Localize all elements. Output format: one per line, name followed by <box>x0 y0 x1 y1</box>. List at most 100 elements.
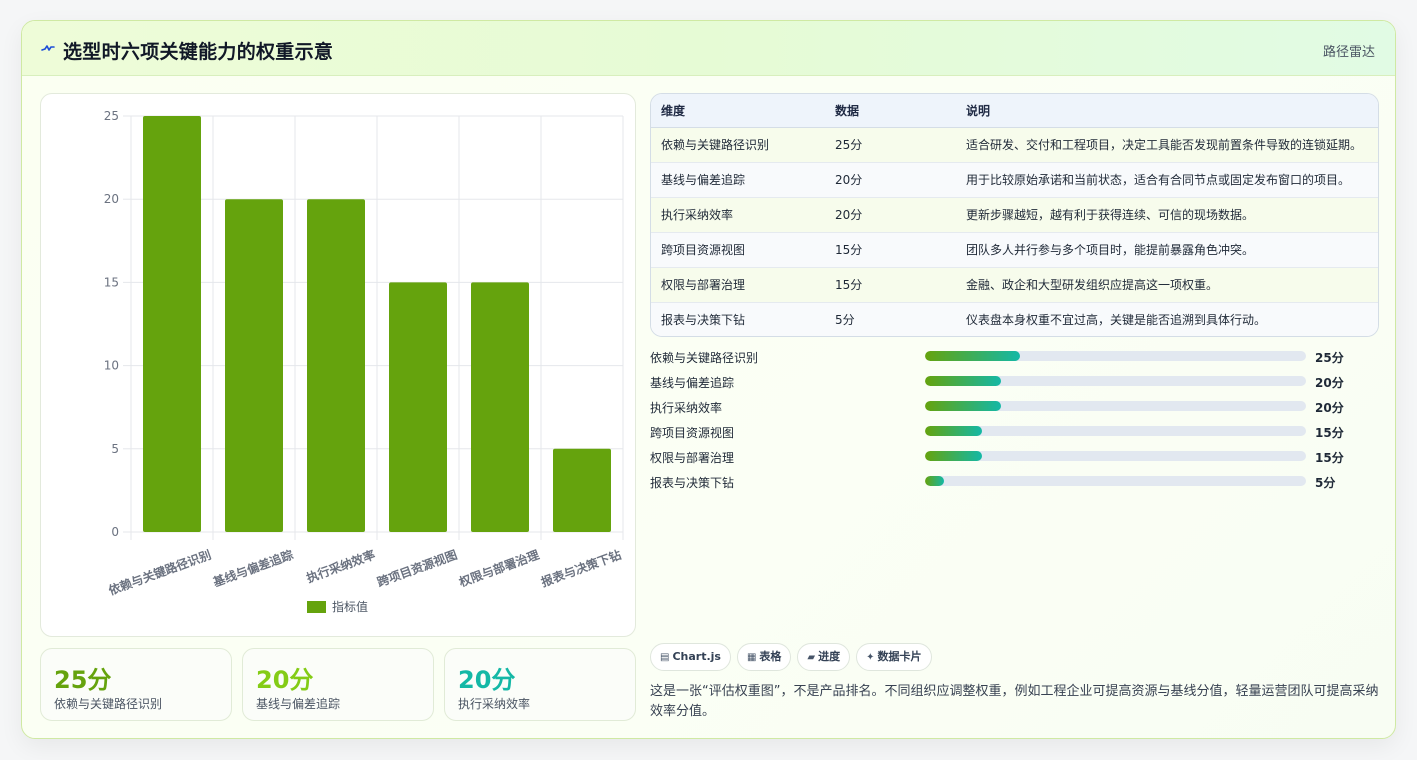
table-row: 报表与决策下钻 5分 仪表盘本身权重不宜过高，关键是能否追溯到具体行动。 <box>651 302 1378 336</box>
weight-card: 选型时六项关键能力的权重示意 路径雷达 0 5 10 15 20 25 依赖与关键路径识别基… <box>21 20 1396 739</box>
x-tick-label: 执行采纳效率 <box>304 547 377 586</box>
table-header-row: 维度 数据 说明 <box>651 94 1378 128</box>
y-tick-label: 0 <box>111 525 119 539</box>
stat-value: 25分 <box>54 666 112 694</box>
progress-track <box>925 426 1306 436</box>
table-cell: 15分 <box>825 267 956 303</box>
bar <box>553 448 611 532</box>
table-row: 执行采纳效率 20分 更新步骤越短，越有利于获得连续、可信的现场数据。 <box>651 197 1378 233</box>
progress-label: 基线与偏差追踪 <box>650 376 735 390</box>
column-header: 数据 <box>825 94 956 128</box>
table-row: 基线与偏差追踪 20分 用于比较原始承诺和当前状态，适合有合同节点或固定发布窗口… <box>651 162 1378 198</box>
table-cell: 适合研发、交付和工程项目，决定工具能否发现前置条件导致的连锁延期。 <box>956 127 1378 163</box>
stat-label: 基线与偏差追踪 <box>256 697 341 711</box>
progress-label: 执行采纳效率 <box>650 401 723 415</box>
progress-row: 基线与偏差追踪 20分 <box>650 371 1379 396</box>
progress-track <box>925 351 1306 361</box>
bar <box>143 116 201 532</box>
table-cell: 金融、政企和大型研发组织应提高这一项权重。 <box>956 267 1378 303</box>
table-cell: 团队多人并行参与多个项目时，能提前暴露角色冲突。 <box>956 232 1378 268</box>
y-tick-label: 15 <box>104 275 119 289</box>
progress-track <box>925 376 1306 386</box>
progress-fill <box>925 476 945 486</box>
progress-row: 依赖与关键路径识别 25分 <box>650 346 1379 371</box>
x-tick-label: 基线与偏差追踪 <box>210 547 295 590</box>
chip-label: Chart.js <box>672 650 721 663</box>
progress-icon: ▰ <box>807 652 816 663</box>
table-row: 权限与部署治理 15分 金融、政企和大型研发组织应提高这一项权重。 <box>651 267 1378 303</box>
chip-table[interactable]: ▦ 表格 <box>736 643 792 671</box>
chip-label: 数据卡片 <box>877 650 922 663</box>
card-header: 选型时六项关键能力的权重示意 路径雷达 <box>22 21 1395 76</box>
stat-label: 执行采纳效率 <box>458 697 531 711</box>
progress-value: 15分 <box>1315 451 1344 465</box>
progress-row: 执行采纳效率 20分 <box>650 396 1379 421</box>
stat-card: 25分 依赖与关键路径识别 <box>40 648 232 721</box>
progress-label: 跨项目资源视图 <box>650 426 735 440</box>
progress-value: 20分 <box>1315 376 1344 390</box>
progress-row: 权限与部署治理 15分 <box>650 446 1379 471</box>
chip-label: 表格 <box>759 650 782 663</box>
progress-value: 25分 <box>1315 351 1344 365</box>
table-cell: 报表与决策下钻 <box>651 302 825 336</box>
table-row: 依赖与关键路径识别 25分 适合研发、交付和工程项目，决定工具能否发现前置条件导… <box>651 127 1378 163</box>
y-tick-label: 10 <box>104 359 119 373</box>
bar-chart-panel: 0 5 10 15 20 25 依赖与关键路径识别 基线与偏差追踪 执行采纳效率 跨项目资源视图权… <box>40 93 636 637</box>
table-cell: 20分 <box>825 162 956 198</box>
legend-label: 指标值 <box>332 599 368 614</box>
table-cell: 15分 <box>825 232 956 268</box>
table-cell: 更新步骤越短，越有利于获得连续、可信的现场数据。 <box>956 197 1378 233</box>
table-cell: 基线与偏差追踪 <box>651 162 825 198</box>
bar <box>471 282 529 532</box>
progress-track <box>925 451 1306 461</box>
progress-fill <box>925 351 1021 361</box>
progress-label: 权限与部署治理 <box>650 451 735 465</box>
table-cell: 跨项目资源视图 <box>651 232 825 268</box>
progress-track <box>925 401 1306 411</box>
progress-fill <box>925 451 983 461</box>
tech-chips: ▤ Chart.js ▦ 表格 ▰ 进度 ✦ 数据卡片 <box>650 643 938 671</box>
progress-value: 15分 <box>1315 426 1344 440</box>
x-tick-label: 依赖与关键路径识别 <box>106 547 213 598</box>
progress-fill <box>925 401 1002 411</box>
stat-card: 20分 执行采纳效率 <box>444 648 636 721</box>
chip-chartjs[interactable]: ▤ Chart.js <box>650 643 731 671</box>
progress-row: 报表与决策下钻 5分 <box>650 471 1379 496</box>
chip-data-card[interactable]: ✦ 数据卡片 <box>856 643 932 671</box>
progress-fill <box>925 426 983 436</box>
progress-value: 5分 <box>1315 476 1336 490</box>
table-cell: 25分 <box>825 127 956 163</box>
bar <box>225 199 283 532</box>
table-cell: 5分 <box>825 302 956 336</box>
y-tick-label: 25 <box>104 109 119 123</box>
table-row: 跨项目资源视图 15分 团队多人并行参与多个项目时，能提前暴露角色冲突。 <box>651 232 1378 268</box>
stat-value: 20分 <box>256 666 314 694</box>
x-tick-label: 报表与决策下钻 <box>539 547 623 590</box>
sparkle-icon: ✦ <box>866 652 875 663</box>
page-title: 选型时六项关键能力的权重示意 <box>63 41 334 63</box>
bar-chart: 0 5 10 15 20 25 依赖与关键路径识别基线与偏差追踪 执行采纳效率跨项目资源视图权… <box>104 109 624 614</box>
y-tick-label: 20 <box>104 192 119 206</box>
pulse-icon <box>41 45 55 51</box>
progress-row: 跨项目资源视图 15分 <box>650 421 1379 446</box>
table-cell: 用于比较原始承诺和当前状态，适合有合同节点或固定发布窗口的项目。 <box>956 162 1378 198</box>
progress-fill <box>925 376 1002 386</box>
x-tick-label: 跨项目资源视图 <box>375 547 459 590</box>
weight-table: 维度 数据 说明 依赖与关键路径识别 25分 适合研发、交付和工程项目，决定工具… <box>650 93 1379 337</box>
table-cell: 权限与部署治理 <box>651 267 825 303</box>
stat-value: 20分 <box>458 666 516 694</box>
footnote: 这是一张“评估权重图”，不是产品排名。不同组织应调整权重，例如工程企业可提高资源… <box>650 684 1379 719</box>
chip-progress[interactable]: ▰ 进度 <box>797 643 851 671</box>
progress-list: 依赖与关键路径识别 25分 基线与偏差追踪 20分 执行采纳效率 20分 跨项目… <box>650 346 1379 496</box>
progress-value: 20分 <box>1315 401 1344 415</box>
bar <box>307 199 365 532</box>
chart-icon: ▤ <box>660 652 670 663</box>
column-header: 维度 <box>651 94 825 128</box>
column-header: 说明 <box>956 94 1378 128</box>
table-cell: 依赖与关键路径识别 <box>651 127 825 163</box>
progress-track <box>925 476 1306 486</box>
stat-card: 20分 基线与偏差追踪 <box>242 648 434 721</box>
stat-label: 依赖与关键路径识别 <box>54 697 163 711</box>
legend-swatch <box>307 601 326 613</box>
table-cell: 执行采纳效率 <box>651 197 825 233</box>
